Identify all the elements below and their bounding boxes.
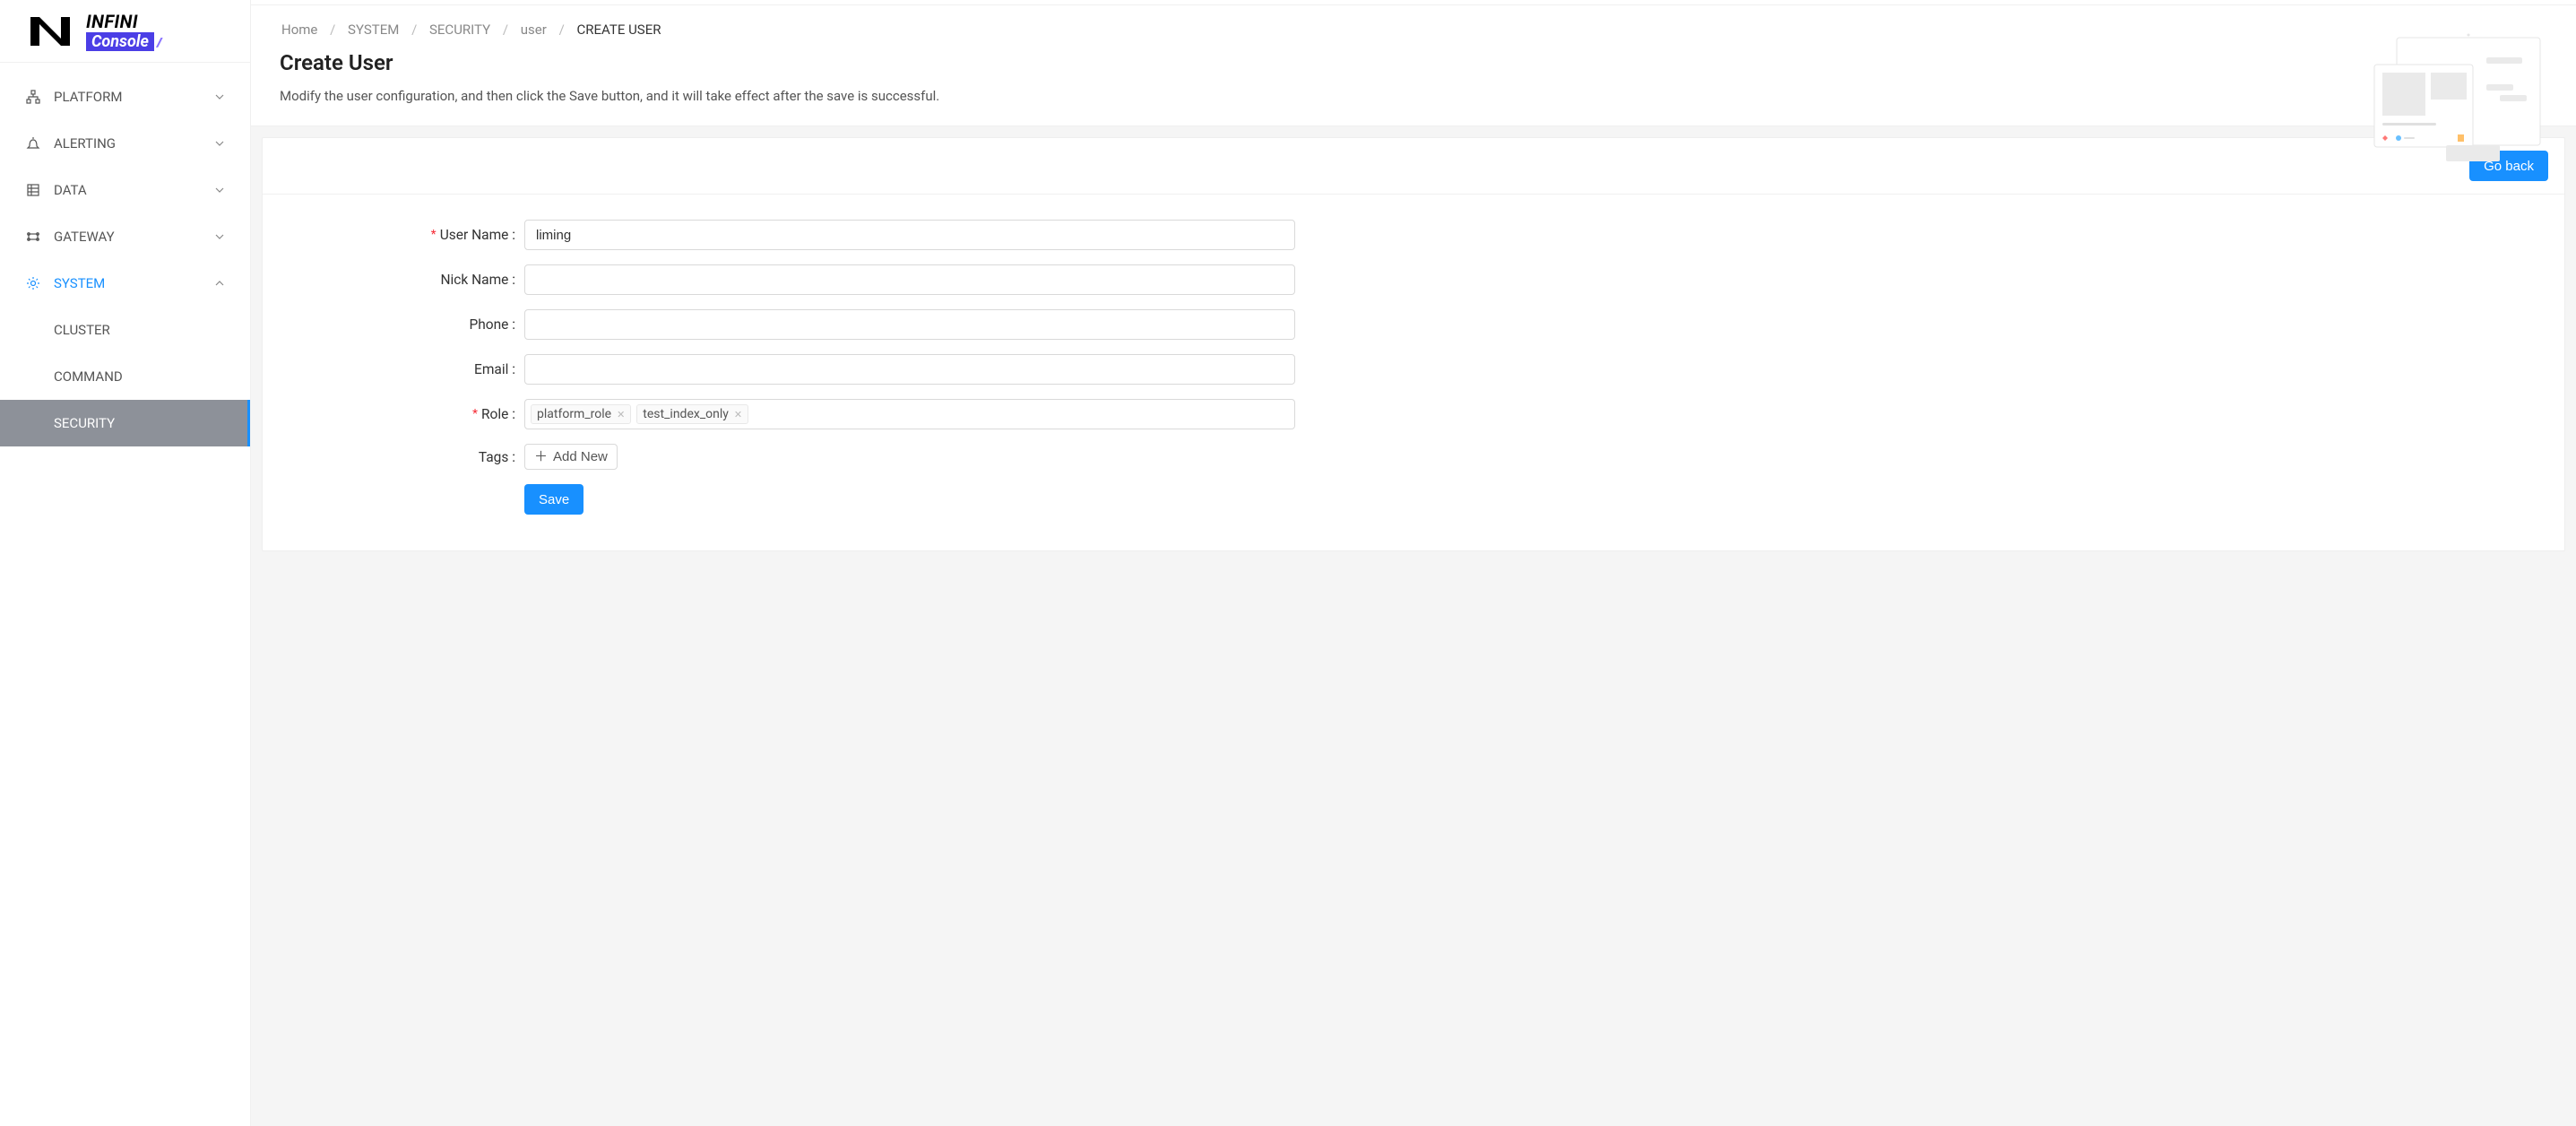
- nickname-input[interactable]: [524, 264, 1295, 295]
- database-icon: [25, 182, 41, 198]
- chevron-down-icon: [214, 91, 225, 102]
- sidebar-item-label: CLUSTER: [54, 322, 110, 338]
- label-phone: Phone :: [291, 316, 524, 333]
- sidebar-item-label: GATEWAY: [54, 229, 214, 245]
- sidebar-item-label: SYSTEM: [54, 275, 214, 291]
- sidebar-item-cluster[interactable]: CLUSTER: [0, 307, 250, 353]
- label-role: *Role :: [291, 406, 524, 423]
- sidebar-menu: PLATFORM ALERTING: [0, 63, 250, 457]
- page-header: Home / SYSTEM / SECURITY / user / CREATE…: [251, 5, 2576, 126]
- header-illustration-icon: [2361, 30, 2549, 165]
- label-username: *User Name :: [291, 227, 524, 244]
- page-title: Create User: [280, 50, 2547, 75]
- email-input[interactable]: [524, 354, 1295, 385]
- logo[interactable]: INFINI Console///: [0, 0, 250, 63]
- sidebar-item-gateway[interactable]: GATEWAY: [0, 213, 250, 260]
- chevron-down-icon: [214, 185, 225, 195]
- gear-icon: [25, 275, 41, 291]
- chevron-down-icon: [214, 138, 225, 149]
- role-tag: test_index_only ✕: [636, 404, 748, 424]
- breadcrumb-home[interactable]: Home: [281, 22, 317, 38]
- chevron-up-icon: [214, 278, 225, 289]
- bell-icon: [25, 135, 41, 152]
- sidebar-item-label: ALERTING: [54, 135, 214, 152]
- breadcrumb: Home / SYSTEM / SECURITY / user / CREATE…: [280, 22, 2547, 38]
- sidebar-item-alerting[interactable]: ALERTING: [0, 120, 250, 167]
- sidebar-item-platform[interactable]: PLATFORM: [0, 74, 250, 120]
- sidebar-item-command[interactable]: COMMAND: [0, 353, 250, 400]
- logo-text: INFINI Console///: [86, 11, 160, 51]
- create-user-form: *User Name : Nick Name :: [291, 220, 2536, 515]
- sidebar-item-security[interactable]: SECURITY: [0, 400, 250, 446]
- sidebar: INFINI Console/// PLATFORM: [0, 0, 251, 1126]
- close-icon[interactable]: ✕: [734, 409, 742, 420]
- sidebar-item-label: PLATFORM: [54, 89, 214, 105]
- add-tag-button[interactable]: ＋ Add New: [524, 444, 618, 470]
- sidebar-item-label: DATA: [54, 182, 214, 198]
- form-card: Go back *User Name :: [262, 137, 2565, 551]
- sidebar-item-label: SECURITY: [54, 415, 115, 431]
- breadcrumb-system[interactable]: SYSTEM: [348, 22, 399, 38]
- main-content: Home / SYSTEM / SECURITY / user / CREATE…: [251, 0, 2576, 1126]
- logo-mark-icon: [25, 12, 75, 51]
- sidebar-item-label: COMMAND: [54, 368, 123, 385]
- cluster-icon: [25, 89, 41, 105]
- sidebar-submenu-system: CLUSTER COMMAND SECURITY: [0, 307, 250, 446]
- phone-input[interactable]: [524, 309, 1295, 340]
- breadcrumb-security[interactable]: SECURITY: [429, 22, 490, 38]
- close-icon[interactable]: ✕: [617, 409, 625, 420]
- breadcrumb-current: CREATE USER: [577, 22, 661, 38]
- plus-icon: ＋: [534, 450, 548, 463]
- label-nickname: Nick Name :: [291, 272, 524, 288]
- username-input[interactable]: [524, 220, 1295, 250]
- save-button[interactable]: Save: [524, 484, 583, 515]
- sidebar-item-system[interactable]: SYSTEM: [0, 260, 250, 307]
- label-email: Email :: [291, 361, 524, 377]
- gateway-icon: [25, 229, 41, 245]
- role-select[interactable]: platform_role ✕ test_index_only ✕: [524, 399, 1295, 429]
- page-description: Modify the user configuration, and then …: [280, 88, 2547, 104]
- breadcrumb-user[interactable]: user: [521, 22, 547, 38]
- role-tag: platform_role ✕: [531, 404, 631, 424]
- label-tags: Tags :: [291, 449, 524, 465]
- chevron-down-icon: [214, 231, 225, 242]
- sidebar-item-data[interactable]: DATA: [0, 167, 250, 213]
